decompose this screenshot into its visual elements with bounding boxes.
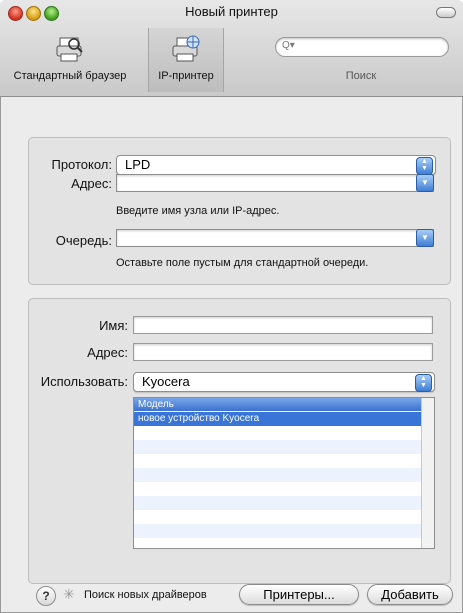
search-label: Поиск: [345, 70, 377, 82]
search-input[interactable]: Q▾: [275, 37, 449, 57]
tab-default-browser-label: Стандартный браузер: [13, 70, 127, 82]
search-drivers-status: Поиск новых драйверов: [84, 589, 207, 601]
protocol-value: LPD: [125, 157, 151, 172]
location-field[interactable]: [133, 343, 433, 361]
model-list[interactable]: Модель новое устройство Kyocera: [133, 397, 435, 549]
name-field[interactable]: [133, 316, 433, 334]
address-combobox[interactable]: ▼: [116, 174, 434, 192]
list-empty-row: [134, 468, 422, 482]
use-label: Использовать:: [40, 374, 128, 389]
add-button[interactable]: Добавить: [367, 584, 453, 605]
model-list-scrollbar[interactable]: [421, 398, 434, 548]
window-title: Новый принтер: [185, 4, 278, 19]
address-label: Адрес:: [71, 176, 112, 191]
tab-ip-printer[interactable]: IP-принтер: [148, 28, 224, 92]
ip-printer-icon: [172, 35, 200, 62]
address-hint: Введите имя узла или IP-адрес.: [116, 205, 280, 217]
model-column-header[interactable]: Модель: [134, 398, 422, 411]
new-printer-window: Новый принтер Стандартный браузер IP-при…: [0, 0, 463, 613]
list-empty-row: [134, 454, 422, 468]
protocol-label: Протокол:: [51, 157, 112, 172]
name-label: Имя:: [99, 318, 128, 333]
list-empty-row: [134, 440, 422, 454]
list-empty-row: [134, 524, 422, 538]
tab-ip-printer-label: IP-принтер: [158, 70, 214, 82]
list-item[interactable]: новое устройство Kyocera: [134, 412, 422, 426]
tab-default-browser[interactable]: Стандартный браузер: [8, 28, 132, 92]
protocol-popup[interactable]: LPD ▲ ▼: [116, 155, 436, 175]
title-toolbar: Новый принтер Стандартный браузер IP-при…: [0, 0, 463, 97]
queue-combobox[interactable]: ▼: [116, 229, 434, 247]
use-popup[interactable]: Kyocera ▲ ▼: [133, 372, 435, 392]
queue-hint: Оставьте поле пустым для стандартной оче…: [116, 257, 369, 269]
list-empty-row: [134, 510, 422, 524]
chevron-updown-icon: ▲ ▼: [416, 157, 433, 175]
list-empty-row: [134, 426, 422, 440]
location-label: Адрес:: [87, 345, 128, 360]
help-button[interactable]: ?: [36, 586, 56, 606]
progress-spinner-icon: ✳: [63, 586, 75, 602]
list-empty-row: [134, 482, 422, 496]
queue-label: Очередь:: [55, 233, 112, 248]
chevron-down-icon: ▼: [416, 174, 434, 192]
list-empty-row: [134, 496, 422, 510]
chevron-updown-icon: ▲ ▼: [415, 374, 432, 392]
printer-browser-icon: [56, 37, 83, 62]
use-value: Kyocera: [142, 374, 190, 389]
printers-button[interactable]: Принтеры...: [239, 584, 359, 605]
search-icon: Q▾: [282, 40, 295, 51]
chevron-down-icon: ▼: [416, 229, 434, 247]
toolbar-toggle-button[interactable]: [436, 7, 456, 18]
